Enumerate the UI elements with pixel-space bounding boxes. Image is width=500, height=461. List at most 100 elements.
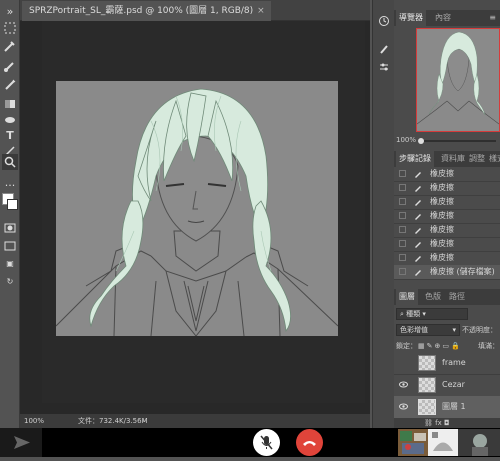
video-thumbnail[interactable] bbox=[458, 429, 500, 456]
mask-icon[interactable]: ◘ bbox=[444, 419, 450, 427]
rotate-view-icon[interactable]: ↻ bbox=[2, 274, 18, 290]
eraser-icon bbox=[415, 256, 421, 262]
layer-name[interactable]: Cezar bbox=[442, 374, 465, 396]
eyedropper-tool-icon[interactable] bbox=[2, 38, 18, 54]
navigator-zoom-slider[interactable] bbox=[418, 138, 496, 144]
document-tab-title: SPRZPortrait_SL_霸薩.psd @ 100% (圖層 1, RGB… bbox=[29, 6, 254, 16]
search-icon: ⌕ bbox=[400, 310, 404, 318]
video-thumbnail[interactable] bbox=[428, 429, 458, 456]
tab-channels[interactable]: 色版 bbox=[422, 289, 444, 305]
history-item[interactable]: 橡皮擦 bbox=[394, 167, 500, 182]
eraser-icon bbox=[415, 228, 421, 234]
panel-menu-icon[interactable]: ≡ bbox=[489, 10, 496, 26]
history-item[interactable]: 橡皮擦 bbox=[394, 251, 500, 266]
layer-filter-select[interactable]: ⌕ 種類 ▾ bbox=[396, 308, 468, 320]
history-item[interactable]: 橡皮擦 bbox=[394, 181, 500, 196]
screen-mode-icon[interactable] bbox=[2, 238, 18, 254]
call-control-bar bbox=[0, 428, 500, 457]
history-item[interactable]: 橡皮擦 bbox=[394, 209, 500, 224]
history-item[interactable]: 橡皮擦 bbox=[394, 195, 500, 210]
type-tool-icon[interactable]: T bbox=[2, 128, 18, 144]
tab-styles[interactable]: 樣式 bbox=[486, 151, 500, 167]
layer-thumbnail bbox=[418, 399, 436, 415]
history-checkbox[interactable] bbox=[399, 254, 406, 261]
history-item-label: 橡皮擦 bbox=[430, 211, 454, 220]
tab-history[interactable]: 步驟記錄 bbox=[396, 151, 434, 167]
tab-layers[interactable]: 圖層 bbox=[396, 289, 418, 305]
status-arrow-icon[interactable]: › bbox=[142, 414, 145, 428]
fill-label: 填滿： bbox=[478, 342, 499, 350]
eye-icon[interactable] bbox=[399, 381, 408, 388]
tools-panel: » T ··· ▣ ↻ bbox=[0, 0, 20, 428]
history-checkbox[interactable] bbox=[399, 226, 406, 233]
ellipsis-icon[interactable]: ··· bbox=[2, 178, 18, 194]
layer-name[interactable]: frame bbox=[442, 352, 466, 374]
tab-properties[interactable]: 內容 bbox=[432, 10, 454, 26]
history-item-label: 橡皮擦 bbox=[430, 197, 454, 206]
eraser-tool-icon[interactable] bbox=[2, 112, 18, 128]
history-item-label: 橡皮擦 bbox=[430, 183, 454, 192]
layer-name[interactable]: 圖層 1 bbox=[442, 396, 466, 418]
portrait-artwork bbox=[56, 88, 338, 336]
tab-paths[interactable]: 路徑 bbox=[446, 289, 468, 305]
background-color-swatch[interactable] bbox=[7, 199, 18, 210]
mic-off-icon bbox=[260, 435, 273, 450]
blend-mode-select[interactable]: 色彩增值 ▾ bbox=[396, 324, 460, 336]
document-info: 文件：732.4K/3.56M bbox=[78, 417, 148, 425]
extra-tools-icon[interactable]: ▣ bbox=[2, 256, 18, 272]
video-thumbnail[interactable] bbox=[398, 429, 428, 456]
history-item[interactable]: 橡皮擦 bbox=[394, 223, 500, 238]
history-checkbox[interactable] bbox=[399, 212, 406, 219]
document-canvas[interactable] bbox=[56, 81, 338, 336]
eye-icon[interactable] bbox=[399, 403, 408, 410]
send-arrow-icon[interactable] bbox=[0, 428, 42, 457]
eraser-icon bbox=[415, 242, 421, 248]
right-panels: 導覽器 內容 ≡ 100% 步驟記錄 資料庫 調整 樣式 橡皮擦 橡皮擦 bbox=[394, 0, 500, 428]
eraser-icon bbox=[415, 186, 421, 192]
fx-button[interactable]: fx bbox=[435, 419, 442, 427]
healing-brush-icon[interactable] bbox=[2, 77, 18, 93]
brush-tool-icon[interactable] bbox=[2, 58, 18, 74]
history-checkbox[interactable] bbox=[399, 268, 406, 275]
lock-label: 鎖定： bbox=[396, 342, 417, 350]
tab-adjustments[interactable]: 調整 bbox=[466, 151, 488, 167]
layer-row-frame[interactable]: frame bbox=[394, 352, 500, 375]
layer-row-cezar[interactable]: Cezar bbox=[394, 374, 500, 397]
video-preview-image bbox=[398, 429, 428, 456]
lock-icons[interactable]: ▦✎⊕▭🔒 bbox=[418, 341, 462, 352]
history-item-label: 橡皮擦 (儲存檔案) bbox=[430, 267, 495, 276]
history-item-current[interactable]: 橡皮擦 (儲存檔案) bbox=[394, 265, 500, 280]
navigator-thumbnail[interactable] bbox=[416, 28, 500, 132]
mute-microphone-button[interactable] bbox=[253, 429, 280, 456]
eraser-icon bbox=[415, 270, 421, 276]
navigator-zoom[interactable]: 100% bbox=[396, 136, 416, 144]
collapse-arrows-icon[interactable]: » bbox=[2, 4, 18, 20]
link-icon[interactable]: ⛓ bbox=[424, 419, 433, 427]
layers-footer: ⛓ fx ◘ bbox=[394, 418, 500, 428]
history-checkbox[interactable] bbox=[399, 240, 406, 247]
history-checkbox[interactable] bbox=[399, 170, 406, 177]
zoom-tool-icon[interactable] bbox=[2, 154, 18, 170]
tab-libraries[interactable]: 資料庫 bbox=[438, 151, 468, 167]
adjustments-icon[interactable] bbox=[378, 58, 390, 71]
document-tab-bar: SPRZPortrait_SL_霸薩.psd @ 100% (圖層 1, RGB… bbox=[20, 0, 370, 21]
layer-row-layer-1[interactable]: 圖層 1 bbox=[394, 396, 500, 419]
layer-thumbnail bbox=[418, 377, 436, 393]
history-checkbox[interactable] bbox=[399, 198, 406, 205]
history-item-label: 橡皮擦 bbox=[430, 169, 454, 178]
history-checkbox[interactable] bbox=[399, 184, 406, 191]
history-icon[interactable] bbox=[378, 12, 390, 26]
close-tab-icon[interactable]: × bbox=[257, 6, 265, 16]
send-area bbox=[0, 428, 42, 457]
gradient-tool-icon[interactable] bbox=[2, 96, 18, 112]
document-tab[interactable]: SPRZPortrait_SL_霸薩.psd @ 100% (圖層 1, RGB… bbox=[22, 1, 271, 21]
history-item[interactable]: 橡皮擦 bbox=[394, 237, 500, 252]
quick-mask-icon[interactable] bbox=[2, 220, 18, 236]
zoom-level[interactable]: 100% bbox=[24, 414, 44, 428]
history-item-label: 橡皮擦 bbox=[430, 253, 454, 262]
end-call-button[interactable] bbox=[296, 429, 323, 456]
tab-navigator[interactable]: 導覽器 bbox=[396, 10, 426, 26]
brush-settings-icon[interactable] bbox=[378, 40, 390, 54]
marquee-tool-icon[interactable] bbox=[2, 20, 18, 36]
zoom-slider-thumb[interactable] bbox=[418, 138, 424, 144]
